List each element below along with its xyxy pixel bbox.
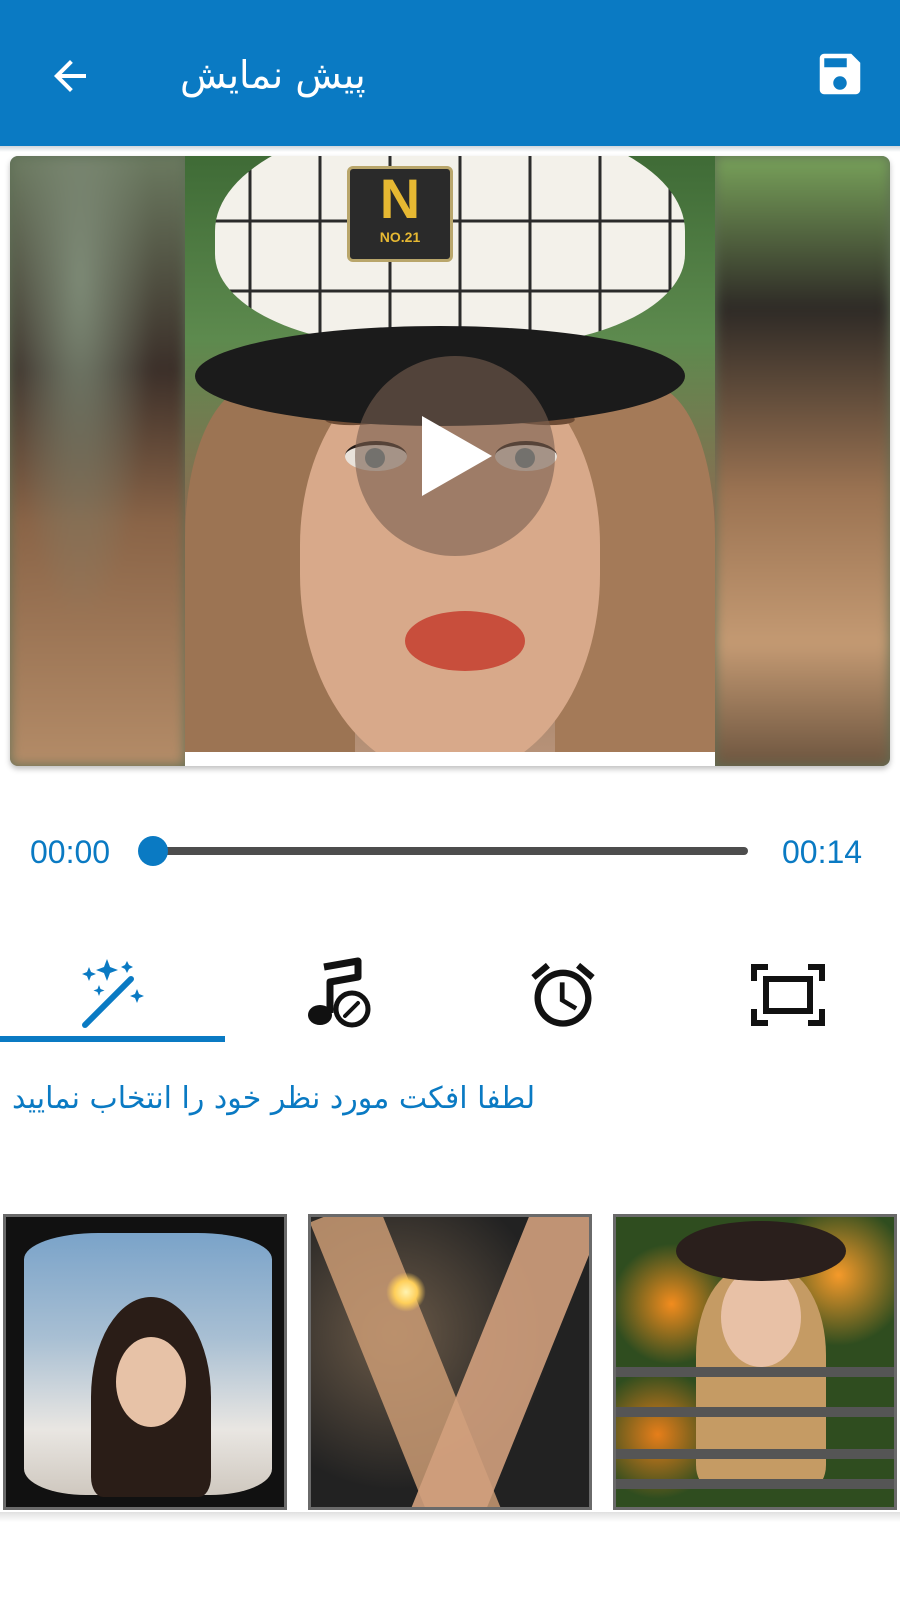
app-bar-shadow xyxy=(0,146,900,152)
blurred-background-left xyxy=(10,156,185,766)
effect-thumbnail-strips[interactable] xyxy=(613,1214,897,1510)
effects-list xyxy=(0,1214,900,1514)
effect-hint-text: لطفا افکت مورد نظر خود را انتخاب نمایید xyxy=(12,1081,536,1116)
alarm-clock-icon xyxy=(530,962,595,1027)
total-time: 00:14 xyxy=(782,834,863,870)
cap-badge: N NO.21 xyxy=(347,166,453,262)
frame-icon xyxy=(750,964,825,1026)
video-preview[interactable]: N NO.21 xyxy=(10,156,890,766)
tab-effects[interactable] xyxy=(0,945,225,1045)
selected-tab-indicator xyxy=(0,1036,225,1042)
tab-music[interactable] xyxy=(225,945,450,1045)
cap-badge-letter: N xyxy=(379,167,421,230)
tab-frame[interactable] xyxy=(675,945,900,1045)
seek-thumb[interactable] xyxy=(138,836,168,866)
magic-wand-icon xyxy=(81,959,144,1028)
cap-badge-text: NO.21 xyxy=(379,229,421,245)
seek-bar[interactable] xyxy=(152,847,748,855)
blurred-background-right xyxy=(715,156,890,766)
music-note-edit-icon xyxy=(307,957,370,1028)
play-button[interactable] xyxy=(355,356,555,556)
effect-hint: لطفا افکت مورد نظر خود را انتخاب نمایید xyxy=(12,1075,832,1123)
list-bottom-shadow xyxy=(0,1512,900,1522)
floppy-disk-icon xyxy=(819,53,861,95)
effect-thumbnail-x-split[interactable] xyxy=(308,1214,592,1510)
effect-thumbnail-curved[interactable] xyxy=(3,1214,287,1510)
arrow-left-icon xyxy=(54,60,86,92)
page-title: پیش نمایش xyxy=(180,53,366,97)
current-time: 00:00 xyxy=(30,834,111,870)
tab-duration[interactable] xyxy=(450,945,675,1045)
app-bar: پیش نمایش xyxy=(0,0,900,146)
tool-tabs xyxy=(0,945,900,1045)
back-button[interactable] xyxy=(40,46,100,106)
play-icon xyxy=(422,416,492,496)
save-button[interactable] xyxy=(812,46,868,102)
